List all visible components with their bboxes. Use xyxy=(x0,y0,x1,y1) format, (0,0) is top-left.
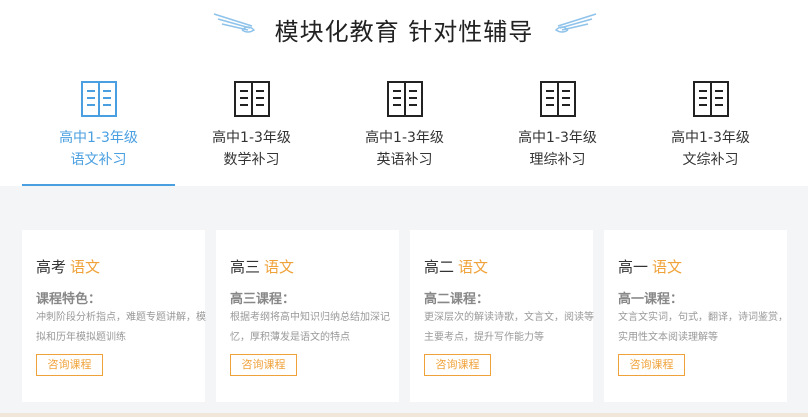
right-wing-icon xyxy=(554,13,597,33)
section-title: 模块化教育 针对性辅导 xyxy=(274,18,534,46)
card-label: 高三课程： xyxy=(230,292,296,307)
tab-grade-label: 高中1-3年级 xyxy=(212,130,291,146)
card-title: 高一 语文 xyxy=(618,256,682,277)
course-card: 高三 语文 高三课程： 根据考纲将高中知识归纳总结加深记忆，厚积薄发是语文的特点 … xyxy=(216,230,399,402)
tab-liberal-arts[interactable]: 高中1-3年级 文综补习 xyxy=(634,76,787,186)
tab-chinese[interactable]: 高中1-3年级 语文补习 xyxy=(22,76,175,186)
card-title: 高三 语文 xyxy=(230,256,294,277)
consult-course-button[interactable]: 咨询课程 xyxy=(618,354,685,376)
card-label: 高二课程： xyxy=(424,292,490,307)
consult-course-button[interactable]: 咨询课程 xyxy=(230,354,297,376)
tab-subject-label: 文综补习 xyxy=(682,152,739,168)
card-grade: 高考 xyxy=(36,258,67,276)
book-icon xyxy=(234,81,270,117)
consult-course-button[interactable]: 咨询课程 xyxy=(36,354,103,376)
card-subject: 语文 xyxy=(652,258,683,276)
card-title: 高二 语文 xyxy=(424,256,488,277)
tab-english[interactable]: 高中1-3年级 英语补习 xyxy=(328,76,481,186)
card-title: 高考 语文 xyxy=(36,256,100,277)
section-header: 模块化教育 针对性辅导 xyxy=(0,0,808,56)
tab-grade-label: 高中1-3年级 xyxy=(518,130,597,146)
card-description: 更深层次的解读诗歌，文言文，阅读等主要考点，提升写作能力等 xyxy=(424,312,594,343)
card-description: 根据考纲将高中知识归纳总结加深记忆，厚积薄发是语文的特点 xyxy=(230,312,390,343)
consult-course-button[interactable]: 咨询课程 xyxy=(424,354,491,376)
tab-subject-label: 理综补习 xyxy=(529,152,586,168)
card-description: 文言文实词，句式，翻译，诗词鉴赏，实用性文本阅读理解等 xyxy=(618,312,788,343)
tab-science[interactable]: 高中1-3年级 理综补习 xyxy=(481,76,634,186)
subject-tabs: 高中1-3年级 语文补习 高中1-3年级 数学补习 高中1-3年级 英语补习 高… xyxy=(22,76,788,186)
card-subject: 语文 xyxy=(264,258,295,276)
card-subject: 语文 xyxy=(70,258,101,276)
tab-subject-label: 语文补习 xyxy=(70,152,127,168)
tab-grade-label: 高中1-3年级 xyxy=(671,130,750,146)
card-grade: 高三 xyxy=(230,258,261,276)
card-subject: 语文 xyxy=(458,258,489,276)
tab-subject-label: 英语补习 xyxy=(376,152,433,168)
book-icon xyxy=(81,81,117,117)
card-grade: 高一 xyxy=(618,258,649,276)
tab-grade-label: 高中1-3年级 xyxy=(365,130,444,146)
book-icon xyxy=(693,81,729,117)
panel-bottom-border xyxy=(0,413,808,417)
card-description: 冲刺阶段分析指点，难题专题讲解，模拟和历年模拟题训练 xyxy=(36,312,206,343)
course-card: 高考 语文 课程特色： 冲刺阶段分析指点，难题专题讲解，模拟和历年模拟题训练 咨询… xyxy=(22,230,206,402)
book-icon xyxy=(540,81,576,117)
tab-math[interactable]: 高中1-3年级 数学补习 xyxy=(175,76,328,186)
course-panel: 高考 语文 课程特色： 冲刺阶段分析指点，难题专题讲解，模拟和历年模拟题训练 咨询… xyxy=(0,186,808,417)
book-icon xyxy=(387,81,423,117)
course-card: 高二 语文 高二课程： 更深层次的解读诗歌，文言文，阅读等主要考点，提升写作能力等… xyxy=(410,230,594,402)
card-label: 高一课程： xyxy=(618,292,684,307)
tab-grade-label: 高中1-3年级 xyxy=(59,130,138,146)
tab-subject-label: 数学补习 xyxy=(223,152,280,168)
card-label: 课程特色： xyxy=(36,292,102,307)
card-grade: 高二 xyxy=(424,258,455,276)
course-card: 高一 语文 高一课程： 文言文实词，句式，翻译，诗词鉴赏，实用性文本阅读理解等 咨… xyxy=(604,230,788,402)
